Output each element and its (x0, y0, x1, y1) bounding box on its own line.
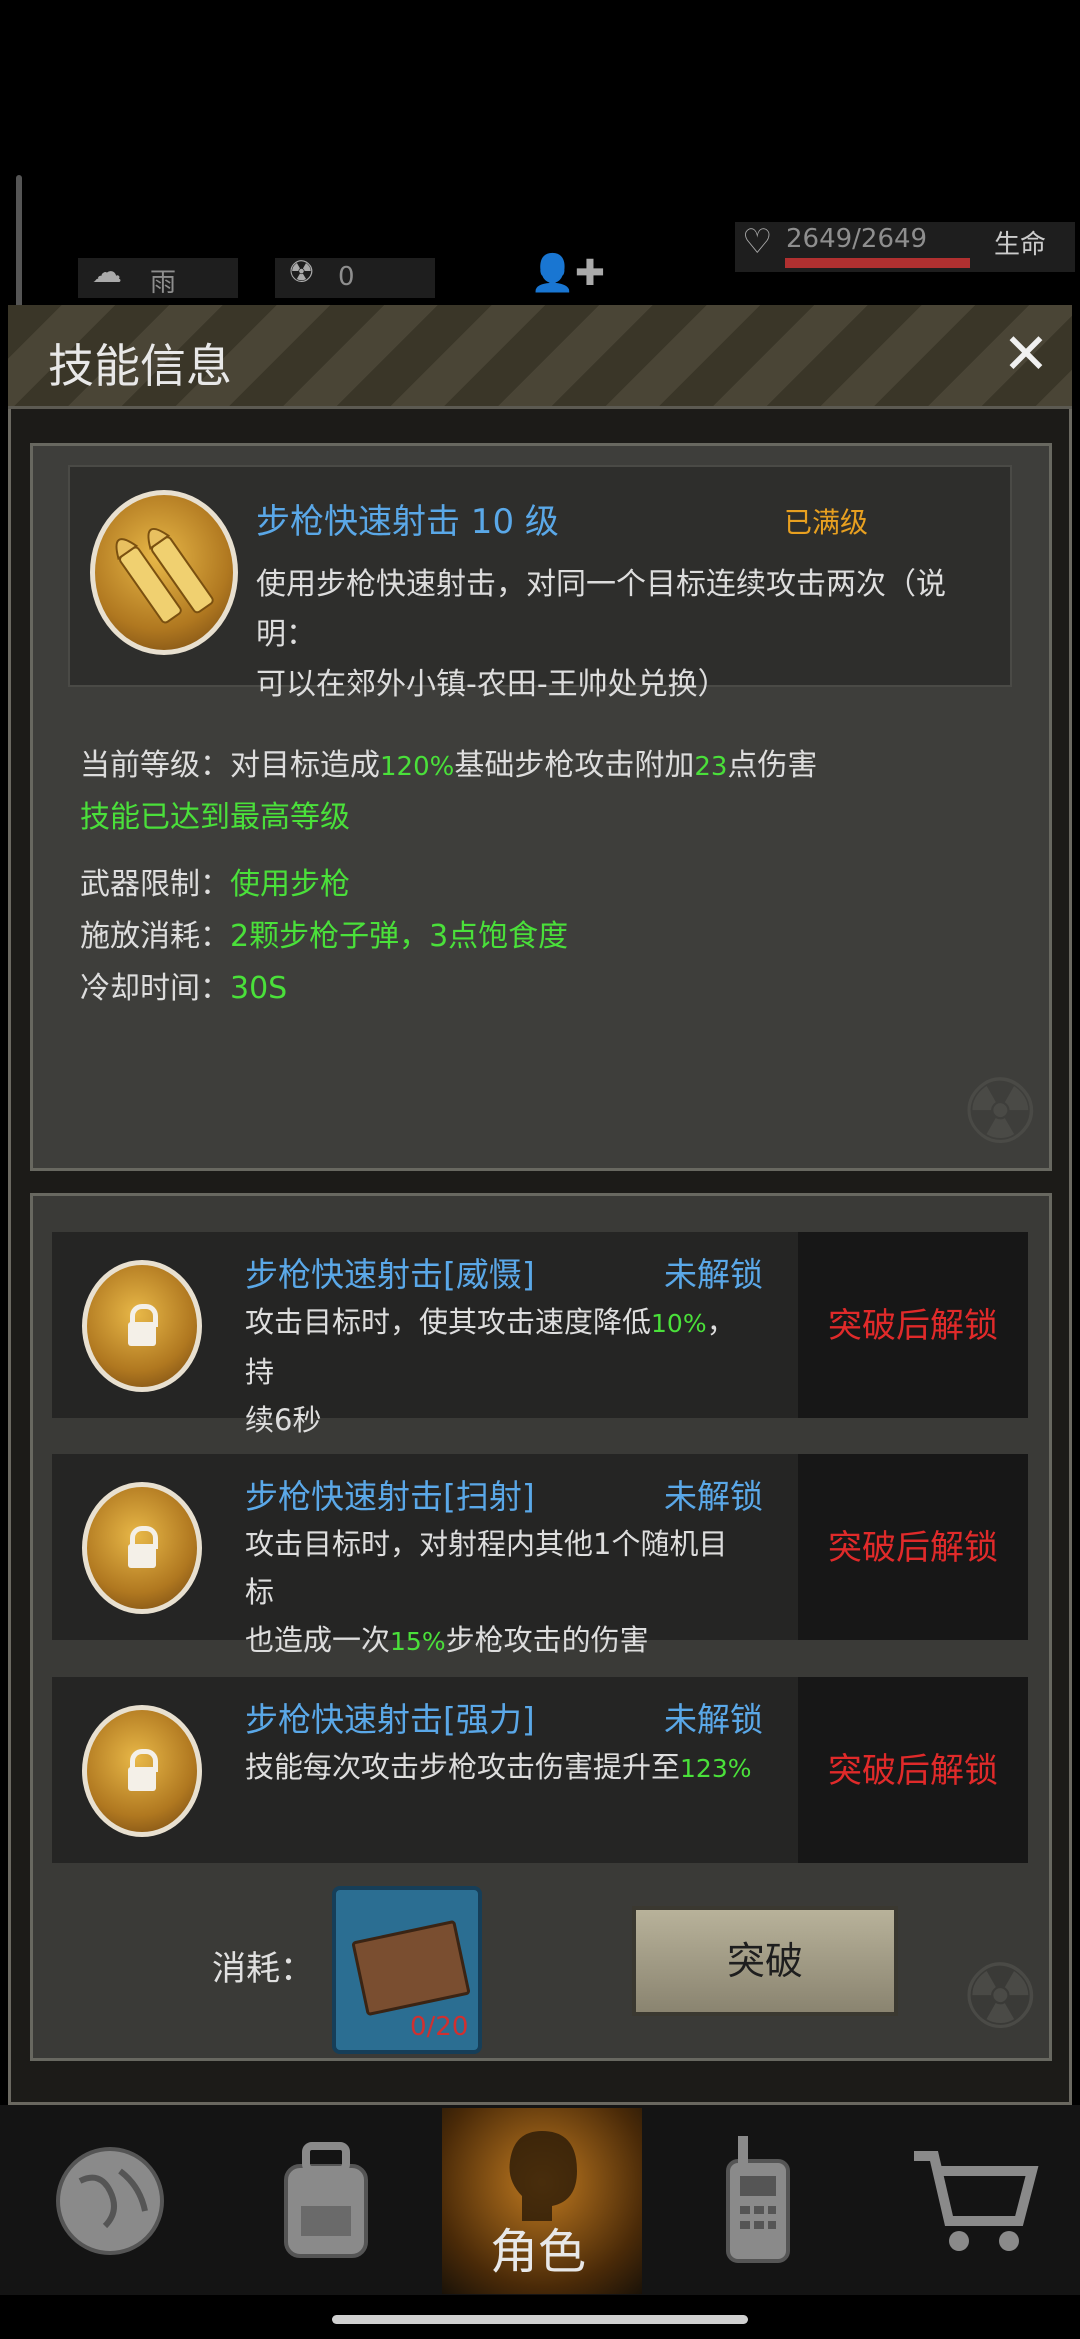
desc-text: 技能每次攻击步枪攻击伤害提升至 (245, 1750, 681, 1784)
unlock-requirement: 突破后解锁 (828, 1528, 998, 1568)
sub-skill-name: 步枪快速射击[威慑] (245, 1255, 535, 1294)
material-count: 0/20 (410, 2012, 469, 2042)
desc-text: 攻击目标时，使其攻击速度降低 (245, 1305, 652, 1339)
weapon-restriction: 武器限制：使用步枪 (80, 859, 350, 903)
radiation-watermark-icon: ☢ (960, 1945, 1041, 2050)
unlock-area: 突破后解锁 (798, 1454, 1028, 1640)
desc-percent: 10% (651, 1309, 707, 1338)
effect-percent: 120% (380, 752, 455, 782)
cast-cost: 施放消耗：2颗步枪子弹，3点饱食度 (80, 911, 568, 955)
hp-bar-fill (785, 258, 970, 268)
hp-label: 生命 (994, 230, 1047, 260)
sub-skill-name: 步枪快速射击[扫射] (245, 1477, 535, 1516)
effect-text: 基础步枪攻击附加 (454, 748, 695, 783)
breakthrough-button[interactable]: 突破 (632, 1906, 898, 2016)
lock-power-icon (82, 1705, 202, 1837)
desc-text: 攻击目标时，对射程内其他1个随机目标 (245, 1527, 728, 1609)
sub-skill-status: 未解锁 (664, 1477, 763, 1516)
lock-speed-icon (82, 1260, 202, 1392)
nav-world[interactable] (10, 2108, 210, 2294)
nav-character-label: 角色 (490, 2224, 587, 2280)
sub-skill-row: 步枪快速射击[扫射] 未解锁 攻击目标时，对射程内其他1个随机目标也造成一次15… (52, 1454, 1028, 1657)
desc-percent: 123% (680, 1754, 752, 1783)
rifle-bullets-icon (90, 490, 238, 655)
backpack-icon (284, 2142, 368, 2258)
nav-radio[interactable] (658, 2108, 858, 2294)
modal-title: 技能信息 (48, 339, 232, 393)
globe-icon (56, 2147, 164, 2255)
book-icon (351, 1919, 471, 2017)
sub-skill-description: 技能每次攻击步枪攻击伤害提升至123% (245, 1743, 755, 1793)
unlock-area: 突破后解锁 (798, 1232, 1028, 1418)
home-indicator[interactable] (332, 2315, 748, 2324)
desc-text: 步枪攻击的伤害 (445, 1623, 649, 1657)
lock-target-icon (82, 1482, 202, 1614)
unlock-requirement: 突破后解锁 (828, 1751, 998, 1791)
cooldown: 冷却时间：30S (80, 963, 287, 1007)
current-level-effect: 当前等级：对目标造成120%基础步枪攻击附加23点伤害 (80, 740, 817, 784)
skill-description: 使用步枪快速射击，对同一个目标连续攻击两次（说明： 可以在郊外小镇-农田-王帅处… (256, 560, 996, 710)
heart-icon: ♡ (742, 222, 773, 262)
cost-label: 施放消耗： (80, 919, 230, 954)
hp-value: 2649/2649 (786, 224, 928, 254)
unlock-area: 突破后解锁 (798, 1677, 1028, 1863)
max-level-note: 技能已达到最高等级 (80, 800, 350, 835)
sub-skill-row: 步枪快速射击[强力] 未解锁 技能每次攻击步枪攻击伤害提升至123% 突破后解锁 (52, 1677, 1028, 1863)
effect-text: 点伤害 (727, 748, 818, 783)
skill-description-line: 使用步枪快速射击，对同一个目标连续攻击两次（说明： (256, 567, 946, 652)
cooldown-value: 30S (230, 971, 288, 1006)
consume-label: 消耗： (212, 1949, 314, 1989)
cooldown-label: 冷却时间： (80, 971, 230, 1006)
radiation-icon: ☢ (288, 255, 315, 290)
desc-percent: 15% (390, 1627, 446, 1656)
sub-skill-status: 未解锁 (664, 1700, 763, 1739)
skill-description-line: 可以在郊外小镇-农田-王帅处兑换） (256, 667, 728, 702)
sub-skill-description: 攻击目标时，使其攻击速度降低10%，持 续6秒 (245, 1298, 755, 1444)
skill-name: 步枪快速射击 10 级 (256, 502, 559, 542)
nav-shop[interactable] (874, 2108, 1074, 2294)
weather-value: 雨 (150, 268, 177, 298)
radiation-value: 0 (338, 262, 355, 292)
sub-skill-name: 步枪快速射击[强力] (245, 1700, 535, 1739)
sub-skill-description: 攻击目标时，对射程内其他1个随机目标也造成一次15%步枪攻击的伤害 (245, 1520, 755, 1666)
desc-text: 续6秒 (245, 1403, 322, 1437)
effect-text: 当前等级：对目标造成 (80, 748, 380, 783)
close-icon[interactable]: ✕ (996, 325, 1056, 385)
cost-value: 2颗步枪子弹，3点饱食度 (230, 919, 569, 954)
weapon-value: 使用步枪 (230, 867, 350, 902)
weapon-label: 武器限制： (80, 867, 230, 902)
sub-skill-row: 步枪快速射击[威慑] 未解锁 攻击目标时，使其攻击速度降低10%，持 续6秒 突破… (52, 1232, 1028, 1437)
nav-inventory[interactable] (226, 2108, 426, 2294)
radio-icon (726, 2136, 790, 2263)
unlock-requirement: 突破后解锁 (828, 1306, 998, 1346)
cart-icon (914, 2151, 1039, 2251)
radiation-watermark-icon: ☢ (960, 1060, 1041, 1165)
desc-text: 也造成一次 (245, 1623, 391, 1657)
person-add-icon: 👤✚ (530, 253, 605, 294)
sub-skill-status: 未解锁 (664, 1255, 763, 1294)
skill-maxed-badge: 已满级 (784, 506, 869, 539)
weather-icon: ☁ (92, 255, 122, 290)
effect-damage: 23 (694, 752, 728, 782)
